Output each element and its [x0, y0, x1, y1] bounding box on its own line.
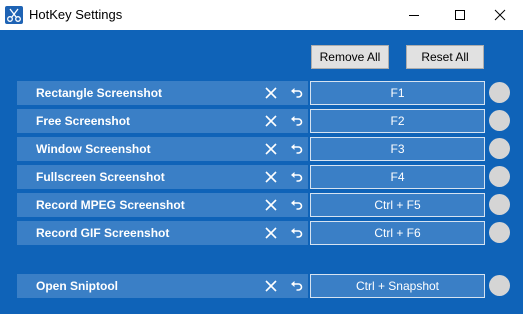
clear-x-icon[interactable] — [265, 171, 277, 183]
status-indicator — [489, 138, 510, 159]
hotkey-row: Window Screenshot F3 — [17, 137, 510, 161]
clear-x-icon[interactable] — [265, 199, 277, 211]
hotkey-key-field[interactable]: F1 — [310, 81, 485, 105]
hotkey-name: Rectangle Screenshot — [36, 86, 163, 100]
status-indicator — [489, 110, 510, 131]
hotkey-row: Open Sniptool Ctrl + Snapshot — [17, 274, 510, 298]
status-indicator — [489, 166, 510, 187]
title-bar: HotKey Settings — [0, 0, 523, 30]
hotkey-row: Record MPEG Screenshot Ctrl + F5 — [17, 193, 510, 217]
status-indicator — [489, 275, 510, 296]
close-icon — [494, 9, 506, 21]
undo-arrow-icon[interactable] — [290, 114, 304, 128]
undo-arrow-icon[interactable] — [290, 279, 304, 293]
hotkey-key-field[interactable]: Ctrl + F6 — [310, 221, 485, 245]
hotkey-row: Rectangle Screenshot F1 — [17, 81, 510, 105]
undo-arrow-icon[interactable] — [290, 142, 304, 156]
minimize-button[interactable] — [391, 0, 437, 30]
hotkey-name: Free Screenshot — [36, 114, 131, 128]
hotkey-row: Record GIF Screenshot Ctrl + F6 — [17, 221, 510, 245]
hotkey-name: Fullscreen Screenshot — [36, 170, 165, 184]
clear-x-icon[interactable] — [265, 115, 277, 127]
undo-arrow-icon[interactable] — [290, 198, 304, 212]
clear-x-icon[interactable] — [265, 143, 277, 155]
window-title: HotKey Settings — [29, 7, 123, 22]
status-indicator — [489, 194, 510, 215]
clear-x-icon[interactable] — [265, 87, 277, 99]
hotkey-settings-window: HotKey Settings Remove All Reset All Rec… — [0, 0, 523, 314]
clear-x-icon[interactable] — [265, 227, 277, 239]
hotkey-name: Record GIF Screenshot — [36, 226, 170, 240]
minimize-icon — [409, 15, 419, 16]
hotkey-key-field[interactable]: F2 — [310, 109, 485, 133]
maximize-icon — [455, 10, 465, 20]
undo-arrow-icon[interactable] — [290, 86, 304, 100]
close-button[interactable] — [477, 0, 523, 30]
hotkey-name: Record MPEG Screenshot — [36, 198, 185, 212]
hotkey-key-field[interactable]: F4 — [310, 165, 485, 189]
undo-arrow-icon[interactable] — [290, 170, 304, 184]
status-indicator — [489, 222, 510, 243]
hotkey-key-field[interactable]: Ctrl + Snapshot — [310, 274, 485, 298]
hotkey-key-field[interactable]: Ctrl + F5 — [310, 193, 485, 217]
clear-x-icon[interactable] — [265, 280, 277, 292]
status-indicator — [489, 82, 510, 103]
hotkey-row: Free Screenshot F2 — [17, 109, 510, 133]
hotkey-row: Fullscreen Screenshot F4 — [17, 165, 510, 189]
hotkey-key-field[interactable]: F3 — [310, 137, 485, 161]
hotkey-name: Open Sniptool — [36, 279, 118, 293]
reset-all-button[interactable]: Reset All — [406, 45, 484, 69]
hotkey-name: Window Screenshot — [36, 142, 151, 156]
scissors-icon — [5, 6, 23, 24]
undo-arrow-icon[interactable] — [290, 226, 304, 240]
remove-all-button[interactable]: Remove All — [311, 45, 389, 69]
